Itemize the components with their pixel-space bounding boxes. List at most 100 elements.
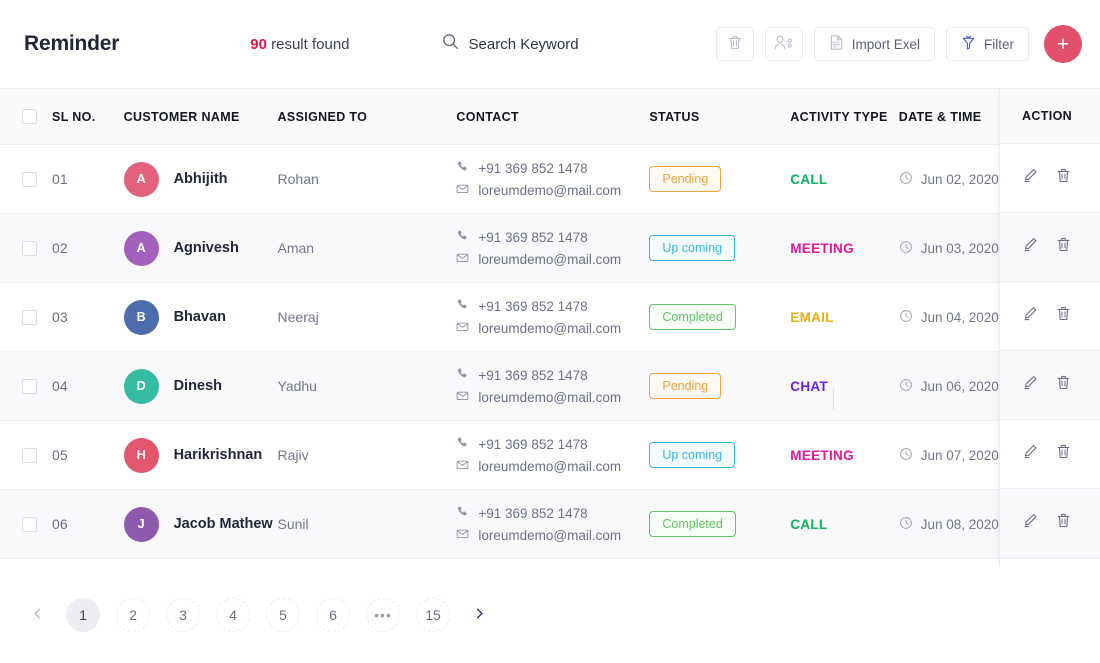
result-count-number: 90 (250, 35, 267, 53)
search-input[interactable]: Search Keyword (442, 33, 579, 55)
pagination-page-6[interactable]: 6 (316, 598, 350, 632)
table-header-row: SL NO. CUSTOMER NAME ASSIGNED TO CONTACT… (0, 88, 1100, 145)
trash-icon (727, 34, 743, 54)
row-checkbox[interactable] (22, 516, 37, 532)
pagination-next[interactable] (464, 600, 494, 630)
row-checkbox[interactable] (22, 309, 37, 325)
customer-name-text: Abhijith (173, 171, 228, 187)
avatar: J (123, 506, 159, 542)
table-row[interactable]: 04 D Dinesh Yadhu +91 369 852 1478 loreumdemo… (0, 351, 1100, 421)
reminders-table: SL NO. CUSTOMER NAME ASSIGNED TO CONTACT… (0, 88, 1100, 559)
edit-row-button[interactable] (1022, 374, 1039, 396)
row-status-cell: Completed (649, 489, 791, 559)
activity-type-text: MEETING (790, 448, 854, 463)
action-column-body (1000, 144, 1100, 558)
pencil-icon[interactable] (1022, 169, 1039, 188)
email-text: loreumdemo@mail.com (478, 527, 622, 543)
pencil-icon[interactable] (1022, 445, 1039, 464)
row-select-cell[interactable] (0, 144, 53, 214)
column-divider (833, 388, 834, 410)
avatar: D (123, 368, 159, 404)
header-select-all[interactable] (0, 88, 53, 145)
pencil-icon[interactable] (1022, 238, 1039, 257)
trash-icon[interactable] (1055, 306, 1072, 326)
delete-row-button[interactable] (1055, 512, 1072, 534)
delete-row-button[interactable] (1055, 167, 1072, 189)
pagination-prev[interactable] (22, 600, 52, 630)
row-contact-cell: +91 369 852 1478 loreumdemo@mail.com (456, 420, 650, 490)
edit-row-button[interactable] (1022, 236, 1039, 258)
clock-icon (899, 309, 913, 326)
table-row[interactable]: 02 A Agnivesh Aman +91 369 852 1478 loreumdem… (0, 213, 1100, 283)
row-sl-no: 02 (52, 213, 124, 283)
table-row[interactable]: 03 B Bhavan Neeraj +91 369 852 1478 loreumdem… (0, 282, 1100, 352)
bulk-delete-button[interactable] (715, 27, 754, 61)
phone-text: +91 369 852 1478 (478, 436, 588, 452)
edit-row-button[interactable] (1022, 443, 1039, 465)
toolbar-actions: Import Exel Filter + (715, 25, 1082, 63)
row-select-cell[interactable] (0, 213, 53, 283)
avatar: H (123, 437, 159, 473)
row-checkbox[interactable] (22, 378, 37, 394)
clock-icon (899, 240, 913, 257)
trash-icon[interactable] (1055, 444, 1072, 464)
delete-row-button[interactable] (1055, 236, 1072, 258)
row-contact-cell: +91 369 852 1478 loreumdemo@mail.com (456, 144, 650, 214)
add-reminder-button[interactable]: + (1044, 25, 1082, 63)
result-count-label: 90 result found (250, 36, 349, 53)
row-assigned-to: Aman (277, 213, 457, 283)
clock-icon (899, 447, 913, 464)
clock-icon (899, 378, 913, 395)
row-select-cell[interactable] (0, 489, 53, 559)
delete-row-button[interactable] (1055, 305, 1072, 327)
pencil-icon[interactable] (1022, 307, 1039, 326)
phone-icon (456, 505, 469, 521)
edit-row-button[interactable] (1022, 305, 1039, 327)
phone-icon (456, 229, 469, 245)
pencil-icon[interactable] (1022, 514, 1039, 533)
pencil-icon[interactable] (1022, 376, 1039, 395)
import-excel-button[interactable]: Import Exel (813, 27, 935, 61)
pagination-page-15[interactable]: 15 (416, 598, 450, 632)
row-checkbox[interactable] (22, 240, 37, 256)
email-line: loreumdemo@mail.com (456, 527, 649, 543)
pagination-page-5[interactable]: 5 (266, 598, 300, 632)
avatar: A (123, 230, 159, 266)
edit-row-button[interactable] (1022, 167, 1039, 189)
row-actions (1000, 213, 1100, 282)
table-row[interactable]: 01 A Abhijith Rohan +91 369 852 1478 loreumde… (0, 144, 1100, 214)
row-assigned-to: Yadhu (277, 351, 457, 421)
delete-row-button[interactable] (1055, 374, 1072, 396)
assign-user-button[interactable] (764, 27, 803, 61)
pagination-page-4[interactable]: 4 (216, 598, 250, 632)
header-date-time: DATE & TIME (898, 88, 1051, 145)
row-select-cell[interactable] (0, 282, 53, 352)
clock-icon (899, 516, 913, 533)
trash-icon[interactable] (1055, 237, 1072, 257)
avatar: A (123, 161, 159, 197)
row-assigned-to: Rohan (277, 144, 457, 214)
trash-icon[interactable] (1055, 168, 1072, 188)
pagination-page-3[interactable]: 3 (166, 598, 200, 632)
phone-icon (456, 160, 469, 176)
trash-icon[interactable] (1055, 375, 1072, 395)
row-select-cell[interactable] (0, 420, 53, 490)
filter-button[interactable]: Filter (946, 27, 1029, 61)
row-sl-no: 04 (52, 351, 124, 421)
pagination-ellipsis[interactable]: ••• (366, 598, 400, 632)
row-checkbox[interactable] (22, 447, 37, 463)
table-row[interactable]: 05 H Harikrishnan Rajiv +91 369 852 1478 lore… (0, 420, 1100, 490)
delete-row-button[interactable] (1055, 443, 1072, 465)
table-row[interactable]: 06 J Jacob Mathew Sunil +91 369 852 1478 lore… (0, 489, 1100, 559)
row-status-cell: Pending (649, 351, 791, 421)
edit-row-button[interactable] (1022, 512, 1039, 534)
pagination-page-2[interactable]: 2 (116, 598, 150, 632)
trash-icon[interactable] (1055, 513, 1072, 533)
row-select-cell[interactable] (0, 351, 53, 421)
pagination-page-1[interactable]: 1 (66, 598, 100, 632)
row-checkbox[interactable] (22, 171, 37, 187)
select-all-checkbox[interactable] (22, 109, 37, 124)
email-line: loreumdemo@mail.com (456, 458, 649, 474)
phone-icon (456, 298, 469, 314)
phone-text: +91 369 852 1478 (478, 298, 588, 314)
